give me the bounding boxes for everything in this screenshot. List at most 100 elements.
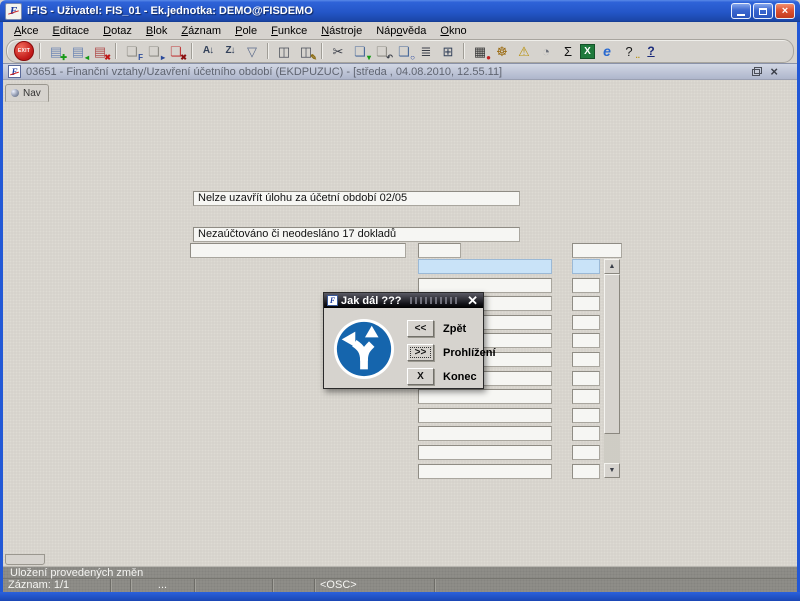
print-setup-icon[interactable]: ◫ ✎	[296, 42, 317, 62]
help-icon[interactable]: ?	[641, 42, 661, 60]
browser-icon[interactable]: e	[597, 42, 617, 60]
menu-item-dotaz[interactable]: Dotaz	[96, 24, 139, 38]
menu-item-zaznam[interactable]: Záznam	[174, 24, 228, 38]
menu-item-editace[interactable]: Editace	[45, 24, 96, 38]
grid-cell-main-row-10[interactable]	[418, 426, 552, 441]
jak-dal-dialog: F Jak dál ??? ✕ << Zpět >> Prohlížení X Konec	[323, 292, 496, 389]
scroll-down-button[interactable]: ▼	[604, 463, 620, 478]
app-logo-icon: F	[5, 2, 22, 20]
exit-button[interactable]: EXIT	[14, 41, 34, 61]
nav-tab[interactable]: Nav	[5, 84, 49, 102]
menu-item-funkce[interactable]: Funkce	[264, 24, 314, 38]
cancel-query-icon[interactable]: ❏ ✖	[166, 42, 187, 62]
print-icon[interactable]: ◫	[274, 42, 294, 60]
sort-desc-icon-glyph: Z↓	[225, 45, 235, 56]
mdi-close-icon[interactable]: ×	[770, 65, 778, 78]
grid-cell-flag-row-4[interactable]	[572, 315, 600, 330]
excel-export-icon[interactable]: X	[580, 43, 595, 59]
grid-cell-flag-row-2[interactable]	[572, 278, 600, 293]
maximize-icon	[759, 7, 767, 15]
menu-item-okno[interactable]: Okno	[433, 24, 473, 38]
copy-record-icon[interactable]: ❏ ▾	[350, 42, 371, 62]
scrollbar-thumb[interactable]	[604, 274, 620, 434]
grid-cell-main-row-2[interactable]	[418, 278, 552, 293]
grid-cell-flag-row-5[interactable]	[572, 333, 600, 348]
status-cells-bar: Záznam: 1/1... <OSC>	[3, 579, 797, 592]
cut-icon[interactable]: ✂	[328, 42, 348, 60]
grid-cell-flag-row-12[interactable]	[572, 464, 600, 479]
grid-cell-main-row-9[interactable]	[418, 408, 552, 423]
header-field-right[interactable]	[572, 243, 622, 258]
tree-navigator-icon[interactable]: ⊞	[438, 42, 458, 60]
enter-query-icon[interactable]: ❏ F	[122, 42, 143, 62]
filter-icon[interactable]: ▽	[242, 42, 262, 60]
sort-asc-icon[interactable]: A↓	[198, 42, 218, 60]
paste-record-icon[interactable]: ❏ ↶	[372, 42, 393, 62]
menu-item-pole[interactable]: Pole	[228, 24, 264, 38]
menu-item-akce[interactable]: Akce	[7, 24, 45, 38]
close-button[interactable]: ×	[775, 3, 795, 19]
context-help-icon[interactable]: ? ∙∙	[619, 42, 640, 62]
grid-cell-main-row-8[interactable]	[418, 389, 552, 404]
dialog-button-prohlizeni[interactable]: >>	[407, 344, 434, 361]
dialog-title: Jak dál ???	[341, 294, 402, 307]
journal-icon[interactable]: ▦ ●	[470, 42, 491, 62]
sum-icon[interactable]: Σ	[558, 42, 578, 60]
warning-icon[interactable]: ⚠	[514, 42, 534, 60]
dialog-close-icon[interactable]: ✕	[465, 294, 480, 307]
grid-cell-flag-row-3[interactable]	[572, 296, 600, 311]
menu-item-nastroje[interactable]: Nástroje	[314, 24, 369, 38]
header-field-middle[interactable]	[418, 243, 461, 258]
delete-record-icon[interactable]: ▤ ✖	[90, 42, 111, 62]
form-canvas: Nav Nelze uzavřít úlohu za účetní období…	[3, 80, 797, 566]
maximize-button[interactable]	[753, 3, 773, 19]
app-window: F iFIS - Uživatel: FIS_01 - Ek.jednotka:…	[0, 0, 800, 601]
toolbar: EXIT ▤ ✚ ▤ ◂ ▤ ✖ ❏ F ❏ ▸ ❏ ✖ A↓ Z↓ ▽ ◫ ◫ ✎ ✂ ❏ ▾ ❏ ↶ ❏ ○ ≣ ⊞ ▦ ● ☸ ⚠ ◔ Σ X…	[3, 39, 797, 63]
insert-record-icon[interactable]: ▤ ✚	[46, 42, 67, 62]
grid-cell-flag-row-6[interactable]	[572, 352, 600, 367]
paste-record-icon-badge: ↶	[386, 53, 393, 62]
scroll-up-button[interactable]: ▲	[604, 259, 620, 274]
toolbar-separator	[191, 43, 193, 59]
execute-query-icon-glyph: ❏	[148, 43, 160, 59]
dialog-button-konec[interactable]: X	[407, 368, 434, 385]
mdi-restore-icon[interactable]	[752, 67, 763, 76]
grid-cell-flag-row-7[interactable]	[572, 371, 600, 386]
grid-cell-flag-row-8[interactable]	[572, 389, 600, 404]
title-bar[interactable]: F iFIS - Uživatel: FIS_01 - Ek.jednotka:…	[0, 0, 800, 22]
grid-cell-main-row-11[interactable]	[418, 445, 552, 460]
save-record-icon-glyph: ▤	[71, 43, 85, 59]
osc-cell: <OSC>	[315, 579, 435, 592]
menu-item-blok[interactable]: Blok	[139, 24, 174, 38]
grid-cell-main-row-1[interactable]	[418, 259, 552, 274]
dialog-button-label-zpet: Zpět	[443, 322, 467, 335]
dialog-button-zpet[interactable]: <<	[407, 320, 434, 337]
insert-record-icon-badge: ✚	[60, 53, 67, 62]
minimize-button[interactable]	[731, 3, 751, 19]
list-values-icon[interactable]: ≣	[416, 42, 436, 60]
navigation-helm-icon[interactable]: ☸	[492, 42, 512, 60]
clock-icon[interactable]: ◔	[536, 42, 556, 60]
copy-record-icon-badge: ▾	[366, 53, 371, 62]
header-field-left[interactable]	[190, 243, 406, 258]
enter-query-icon-badge: F	[138, 53, 143, 62]
grid-scrollbar[interactable]: ▲ ▼	[604, 259, 620, 478]
dialog-title-bar[interactable]: F Jak dál ??? ✕	[324, 293, 483, 308]
grid-cell-flag-row-10[interactable]	[572, 426, 600, 441]
dialog-button-label-konec: Konec	[443, 370, 477, 383]
help-icon-glyph: ?	[647, 44, 655, 58]
grid-cell-main-row-12[interactable]	[418, 464, 552, 479]
mdi-title-bar[interactable]: F 03651 - Finanční vztahy/Uzavření účetn…	[3, 63, 797, 80]
print-icon-glyph: ◫	[277, 43, 291, 59]
save-record-icon[interactable]: ▤ ◂	[68, 42, 89, 62]
message-field-1: Nelze uzavřít úlohu za účetní období 02/…	[193, 191, 520, 206]
journal-icon-glyph: ▦	[473, 43, 487, 59]
grid-cell-flag-row-1[interactable]	[572, 259, 600, 274]
record-counter-cell: Záznam: 1/1	[3, 579, 111, 592]
execute-query-icon[interactable]: ❏ ▸	[144, 42, 165, 62]
grid-cell-flag-row-11[interactable]	[572, 445, 600, 460]
menu-item-napoveda[interactable]: Nápověda	[369, 24, 433, 38]
grid-cell-flag-row-9[interactable]	[572, 408, 600, 423]
preview-icon[interactable]: ❏ ○	[394, 42, 415, 62]
sort-desc-icon[interactable]: Z↓	[220, 42, 240, 60]
